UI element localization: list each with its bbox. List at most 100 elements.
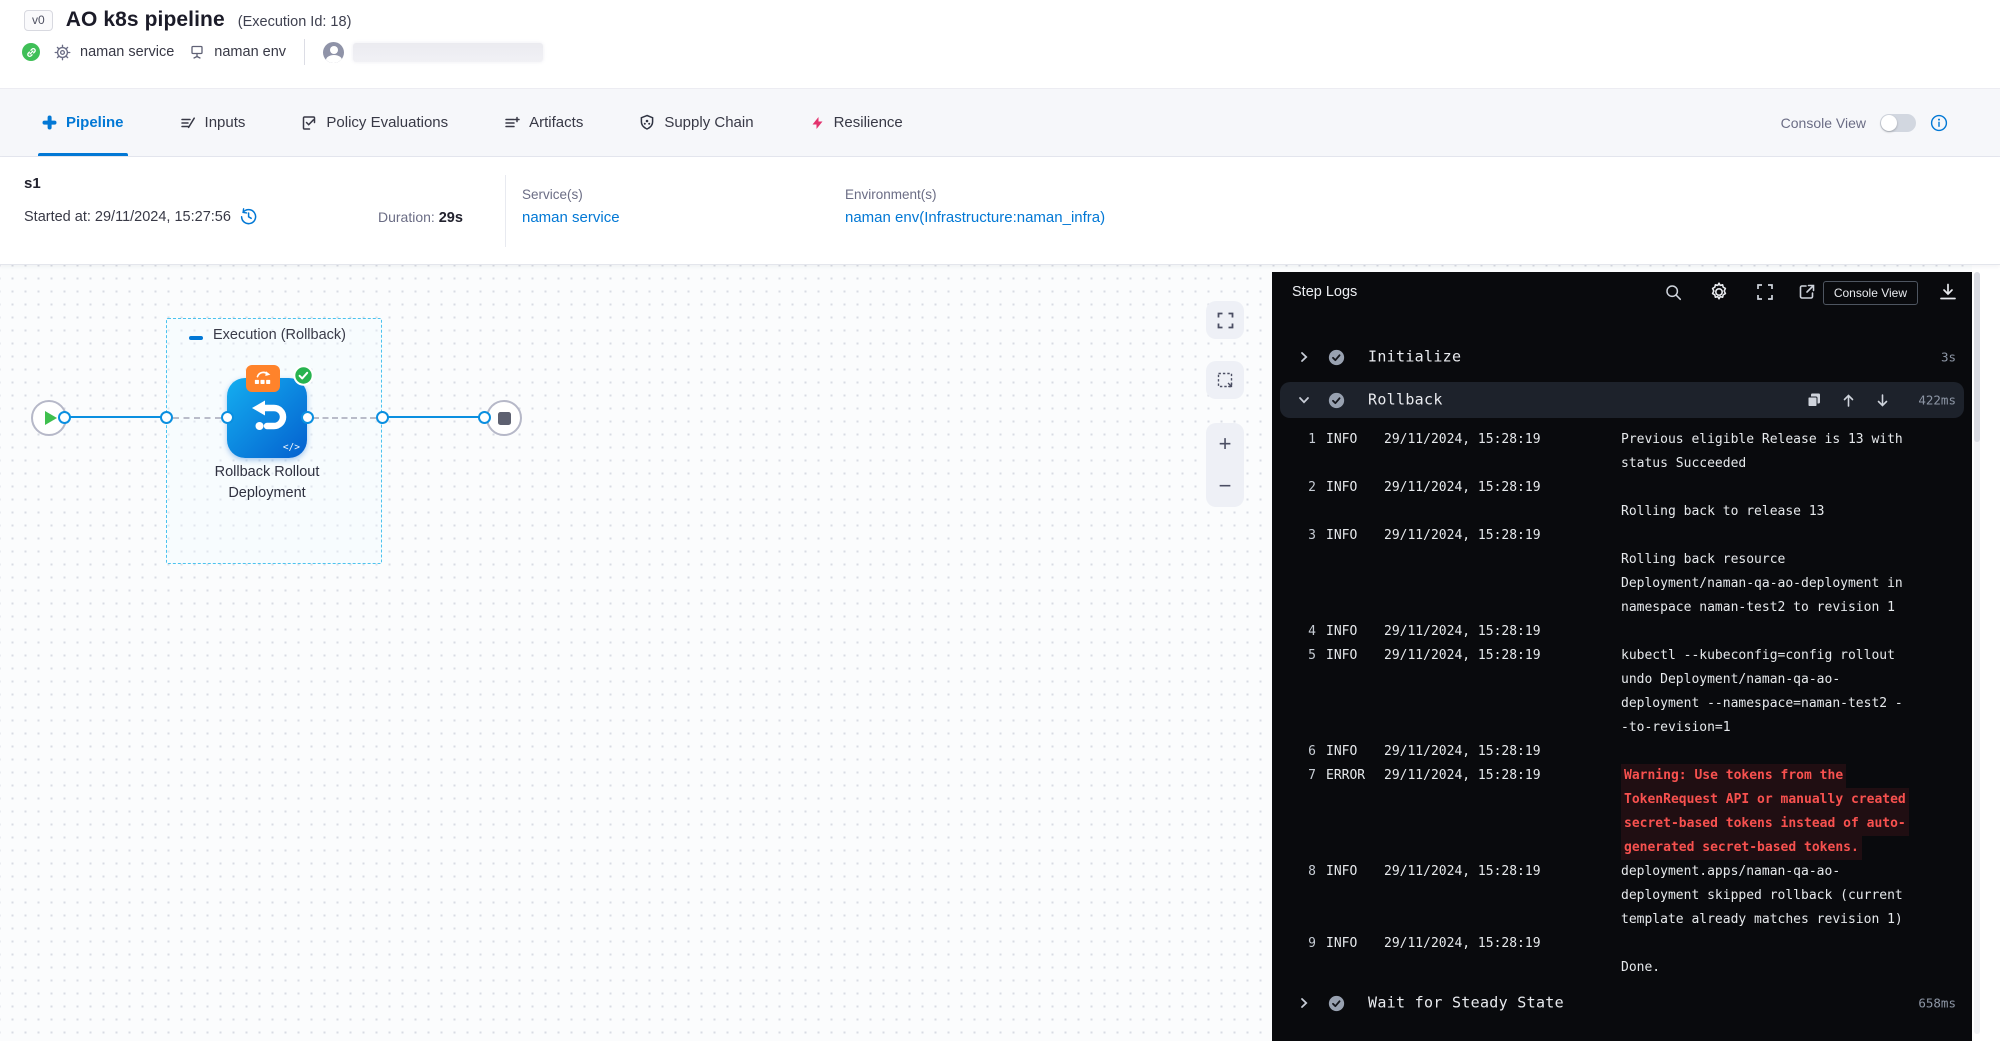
scroll-down-icon[interactable] (1876, 393, 1889, 407)
fit-to-screen-button[interactable] (1206, 301, 1244, 339)
console-view-label: Console View (1781, 115, 1866, 131)
log-level (1326, 596, 1374, 620)
step-success-icon (1328, 995, 1345, 1012)
log-level: ERROR (1326, 764, 1374, 788)
log-row: 5INFO29/11/2024, 15:28:19kubectl --kubec… (1272, 644, 1972, 668)
log-timestamp (1384, 572, 1609, 596)
toggle-knob (1881, 115, 1897, 131)
log-section-wait-for-steady-state[interactable]: Wait for Steady State 658ms (1272, 986, 1972, 1020)
tab-pipeline[interactable]: Pipeline (42, 89, 124, 156)
search-icon[interactable] (1665, 284, 1682, 301)
zoom-out-button[interactable]: − (1206, 476, 1244, 496)
log-message: secret-based tokens instead of auto- (1621, 812, 1909, 836)
pipeline-version-badge: v0 (24, 10, 53, 31)
log-message: -to-revision=1 (1621, 716, 1731, 740)
zoom-in-button[interactable]: + (1206, 434, 1244, 454)
log-line-number (1296, 812, 1316, 836)
services-label: Service(s) (522, 187, 620, 202)
chevron-down-icon (1298, 394, 1310, 406)
log-row: Rolling back to release 13 (1272, 500, 1972, 524)
step-success-icon (1328, 392, 1345, 409)
port (478, 411, 491, 424)
artifacts-icon (504, 115, 520, 131)
log-line-number: 4 (1296, 620, 1316, 644)
service-link[interactable]: naman service (522, 209, 620, 226)
scroll-up-icon[interactable] (1842, 393, 1855, 407)
copy-logs-icon[interactable] (1807, 393, 1821, 408)
header-environment-name: naman env (214, 44, 286, 60)
download-logs-icon[interactable] (1938, 282, 1958, 302)
success-check-icon (293, 365, 314, 386)
info-icon[interactable] (1930, 114, 1948, 132)
page-header: v0 AO k8s pipeline (Execution Id: 18) (24, 8, 351, 32)
log-message: deployment --namespace=naman-test2 - (1621, 692, 1903, 716)
log-message: undo Deployment/naman-qa-ao- (1621, 668, 1840, 692)
log-row: 6INFO29/11/2024, 15:28:19 (1272, 740, 1972, 764)
tab-supply-chain[interactable]: Supply Chain (639, 89, 753, 156)
log-section-rollback[interactable]: Rollback 422ms (1272, 382, 1972, 418)
marquee-select-button[interactable] (1206, 361, 1244, 399)
stage-summary-bar: s1 Started at: 29/11/2024, 15:27:56 Dura… (0, 157, 2000, 265)
scrollbar-thumb[interactable] (1974, 272, 1980, 442)
log-message: TokenRequest API or manually created (1621, 788, 1909, 812)
log-level (1326, 692, 1374, 716)
log-row: deployment skipped rollback (current (1272, 884, 1972, 908)
pipeline-icon (42, 115, 57, 130)
log-row: 2INFO29/11/2024, 15:28:19 (1272, 476, 1972, 500)
supply-chain-icon (639, 114, 655, 131)
log-message: Done. (1621, 956, 1660, 980)
tab-policy-evaluations[interactable]: Policy Evaluations (301, 89, 448, 156)
collapse-stage-icon[interactable] (189, 336, 203, 340)
port (221, 411, 234, 424)
log-timestamp (1384, 452, 1609, 476)
node-code-glyph: </> (283, 442, 300, 453)
log-row: Deployment/naman-qa-ao-deployment in (1272, 572, 1972, 596)
tab-resilience[interactable]: Resilience (810, 89, 903, 156)
log-row: secret-based tokens instead of auto- (1272, 812, 1972, 836)
log-section-initialize[interactable]: Initialize 3s (1272, 342, 1972, 372)
redacted-user-email (353, 43, 543, 62)
rollout-deployment-badge-icon (246, 365, 280, 392)
log-line-number: 6 (1296, 740, 1316, 764)
log-line-number (1296, 452, 1316, 476)
port (58, 411, 71, 424)
stage-name: s1 (24, 175, 41, 192)
header-divider (304, 39, 305, 65)
log-timestamp (1384, 692, 1609, 716)
log-line-number (1296, 788, 1316, 812)
tab-artifacts[interactable]: Artifacts (504, 89, 583, 156)
gitops-link-icon (22, 43, 40, 61)
open-in-new-icon[interactable] (1798, 283, 1816, 301)
log-level (1326, 572, 1374, 596)
log-timestamp (1384, 884, 1609, 908)
log-row: 3INFO29/11/2024, 15:28:19 (1272, 524, 1972, 548)
log-row: generated secret-based tokens. (1272, 836, 1972, 860)
resilience-icon (810, 115, 825, 131)
log-level: INFO (1326, 860, 1374, 884)
log-line-number: 3 (1296, 524, 1316, 548)
log-timestamp (1384, 836, 1609, 860)
duration-label: Duration: (378, 209, 435, 225)
log-timestamp (1384, 716, 1609, 740)
log-message: Previous eligible Release is 13 with (1621, 428, 1903, 452)
log-settings-gear-icon[interactable] (1708, 281, 1730, 303)
section-duration: 658ms (1918, 996, 1956, 1011)
execution-history-icon[interactable] (239, 207, 258, 226)
log-row: namespace naman-test2 to revision 1 (1272, 596, 1972, 620)
log-row: Done. (1272, 956, 1972, 980)
console-view-toggle[interactable] (1880, 114, 1916, 132)
environment-link[interactable]: naman env(Infrastructure:naman_infra) (845, 209, 1105, 226)
log-timestamp (1384, 812, 1609, 836)
panel-console-view-button[interactable]: Console View (1823, 281, 1918, 305)
tab-inputs[interactable]: Inputs (180, 89, 246, 156)
expand-logs-icon[interactable] (1756, 283, 1774, 301)
log-level (1326, 884, 1374, 908)
log-timestamp: 29/11/2024, 15:28:19 (1384, 932, 1609, 956)
scrollbar-gutter (1972, 265, 2000, 1041)
log-line-number: 5 (1296, 644, 1316, 668)
log-level: INFO (1326, 932, 1374, 956)
rollback-arrow-icon (243, 394, 291, 442)
edge-end (388, 416, 480, 418)
log-timestamp (1384, 596, 1609, 620)
log-level: INFO (1326, 524, 1374, 548)
